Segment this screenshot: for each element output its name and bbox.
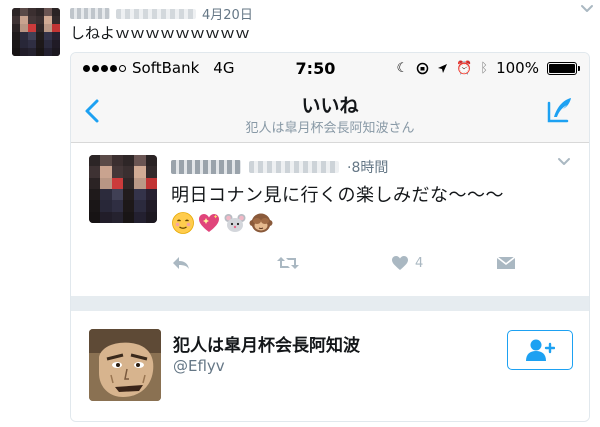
battery-level-fill [548, 63, 575, 73]
outer-tweet-date[interactable]: 4月20日 [202, 4, 253, 23]
carrier-name: SoftBank [132, 59, 200, 77]
battery-icon [546, 61, 580, 75]
follow-button[interactable] [507, 330, 573, 370]
phone-status-bar: SoftBank 4G 7:50 ☾ ⏰ ᛒ 100% [71, 53, 589, 83]
blurred-display-name [171, 160, 241, 174]
outer-avatar[interactable] [12, 8, 60, 56]
compose-tweet-icon[interactable] [545, 95, 575, 125]
retweet-icon [277, 257, 299, 269]
like-count: 4 [415, 255, 424, 271]
like-button[interactable]: 4 [391, 255, 496, 271]
page-title: いいね [301, 95, 359, 117]
tweet-author-avatar[interactable] [89, 155, 157, 223]
add-user-icon [526, 339, 555, 361]
tweet-actions: 4 [171, 255, 521, 271]
moon-icon: ☾ [396, 60, 409, 76]
status-time: 7:50 [295, 58, 336, 78]
battery-percent: 100% [496, 59, 539, 77]
emoji-row [171, 211, 273, 235]
bluetooth-icon: ᛒ [480, 60, 489, 76]
chevron-down-icon[interactable] [580, 4, 594, 14]
tweet-time-value: 8時間 [351, 160, 389, 176]
reply-button[interactable] [171, 255, 276, 271]
blurred-display-name [70, 8, 110, 19]
navigation-bar: いいね 犯人は皐月杯会長阿知波さん [71, 83, 589, 143]
see-no-evil-monkey-emoji-icon [249, 213, 273, 233]
envelope-icon [496, 256, 516, 269]
page-subtitle: 犯人は皐月杯会長阿知波さん [245, 121, 415, 136]
tweet-header: ·8時間 [171, 157, 388, 177]
user-display-name[interactable]: 犯人は皐月杯会長阿知波 [173, 331, 360, 356]
relieved-face-emoji-icon [172, 212, 194, 234]
reply-icon [173, 257, 189, 269]
retweet-button[interactable] [276, 255, 391, 271]
rotation-lock-icon [416, 62, 429, 74]
user-handle: @Eflyv [173, 357, 225, 375]
user-avatar[interactable] [89, 329, 161, 401]
liked-tweet[interactable]: ·8時間 明日コナン見に行くの楽しみだな〜〜〜 4 [71, 145, 589, 297]
anime-character-avatar-image [89, 329, 161, 401]
pixelated-avatar-image [12, 8, 60, 56]
tweet-time: ·8時間 [347, 160, 389, 176]
section-divider [71, 297, 589, 311]
pixelated-avatar-image [89, 155, 157, 223]
signal-strength-icon [83, 64, 126, 72]
mouse-face-emoji-icon [224, 214, 246, 232]
sparkling-heart-emoji-icon [199, 214, 219, 232]
attached-screenshot[interactable]: SoftBank 4G 7:50 ☾ ⏰ ᛒ 100% いいね 犯人は皐月杯会長… [70, 52, 590, 422]
chevron-down-icon[interactable] [557, 157, 571, 167]
alarm-icon: ⏰ [456, 60, 473, 76]
blurred-username [116, 8, 196, 19]
direct-message-button[interactable] [496, 255, 516, 271]
tweet-text: 明日コナン見に行くの楽しみだな〜〜〜 [171, 185, 504, 206]
outer-tweet-text: しねよｗｗｗｗｗｗｗｗｗ [70, 24, 251, 42]
outer-tweet-header: 4月20日 [70, 4, 253, 23]
location-arrow-icon [438, 63, 448, 73]
blurred-username [249, 161, 339, 173]
user-list-item[interactable]: 犯人は皐月杯会長阿知波 @Eflyv [71, 311, 589, 421]
network-type: 4G [213, 59, 235, 77]
heart-icon [392, 256, 408, 270]
